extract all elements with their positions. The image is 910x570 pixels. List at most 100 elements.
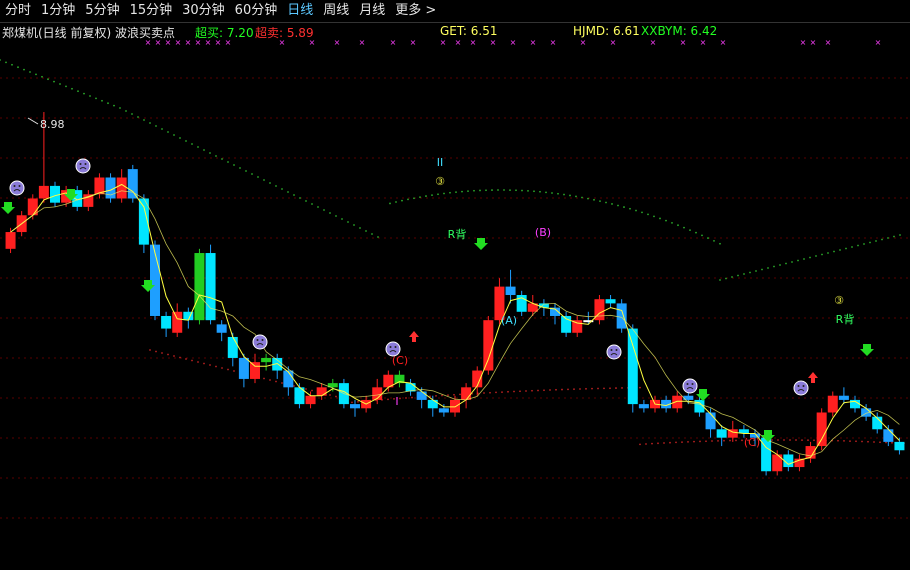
resistance-dot — [95, 97, 97, 100]
support-dot — [597, 387, 599, 390]
resistance-dot — [599, 200, 601, 203]
resistance-dot — [317, 206, 319, 208]
resistance-dot — [569, 194, 571, 197]
resistance-dot — [113, 104, 115, 107]
support-dot — [693, 440, 695, 443]
x-marker: × — [875, 40, 882, 47]
support-dot — [867, 440, 869, 443]
candlestick-chart[interactable]: × × × × × × × × × × × × × × × × × × × × × × × × × × × × × × × × 8.98 II ③ R… — [0, 40, 910, 570]
resistance-dot — [311, 203, 313, 205]
wave-label: R背 — [836, 312, 855, 326]
candle-body — [216, 324, 227, 333]
candle-body — [172, 311, 183, 333]
resistance-dot — [455, 191, 457, 194]
resistance-dot — [371, 233, 373, 235]
wave-label: (C) — [744, 436, 760, 449]
support-dot — [699, 440, 701, 443]
candle-body — [205, 253, 216, 321]
wave-label: (B) — [535, 226, 551, 239]
down-arrow-icon — [474, 238, 488, 250]
sad-face-eye — [394, 346, 397, 348]
x-marker: × — [810, 40, 817, 47]
support-dot — [209, 364, 211, 366]
resistance-dot — [137, 116, 139, 118]
support-dot — [281, 382, 283, 384]
hjmd-value: HJMD: 6.61 — [573, 24, 640, 38]
resistance-dot — [791, 261, 793, 263]
tab-3[interactable]: 15分钟 — [125, 0, 178, 22]
x-marker: × — [440, 40, 447, 47]
support-dot — [591, 387, 593, 390]
tab-6[interactable]: 日线 — [282, 0, 318, 22]
support-dot — [275, 380, 277, 383]
sad-face-icon — [385, 341, 401, 357]
resistance-dot — [341, 218, 343, 220]
resistance-dot — [821, 253, 823, 256]
resistance-dot — [323, 209, 325, 211]
resistance-dot — [857, 244, 859, 247]
support-dot — [519, 390, 521, 393]
resistance-dot — [803, 258, 805, 260]
resistance-dot — [629, 207, 631, 210]
x-marker: × — [165, 40, 172, 47]
resistance-dot — [5, 61, 7, 64]
tab-2[interactable]: 5分钟 — [80, 0, 124, 22]
resistance-dot — [893, 235, 895, 238]
resistance-dot — [899, 234, 901, 236]
candle-body — [894, 441, 905, 451]
tab-7[interactable]: 周线 — [318, 0, 354, 22]
tab-5[interactable]: 60分钟 — [230, 0, 283, 22]
resistance-dot — [647, 213, 649, 216]
tab-0[interactable]: 分时 — [0, 0, 36, 22]
tab-1[interactable]: 1分钟 — [36, 0, 80, 22]
support-dot — [411, 396, 413, 399]
support-dot — [191, 359, 193, 362]
up-arrow-icon — [409, 331, 419, 342]
resistance-dot — [743, 273, 745, 275]
support-dot — [483, 392, 485, 394]
resistance-dot — [863, 243, 865, 245]
support-dot — [681, 441, 683, 444]
resistance-dot — [65, 85, 67, 88]
x-marker: × — [334, 40, 341, 47]
tab-9[interactable]: 更多 > — [390, 0, 441, 22]
resistance-dot — [785, 262, 787, 265]
resistance-dot — [275, 185, 277, 187]
sad-face-eye — [691, 383, 694, 385]
resistance-dot — [707, 237, 709, 239]
resistance-dot — [395, 201, 397, 203]
x-marker: × — [825, 40, 832, 47]
support-dot — [879, 441, 881, 444]
x-marker: × — [650, 40, 657, 47]
support-dot — [729, 439, 731, 442]
up-arrow-icon — [808, 372, 818, 383]
x-marker: × — [700, 40, 707, 47]
resistance-dot — [467, 190, 469, 193]
resistance-dot — [725, 277, 727, 280]
tab-8[interactable]: 月线 — [354, 0, 390, 22]
support-dot — [357, 400, 359, 403]
x-marker: × — [155, 40, 162, 47]
tab-4[interactable]: 30分钟 — [177, 0, 230, 22]
resistance-dot — [641, 211, 643, 214]
resistance-dot — [827, 252, 829, 254]
resistance-dot — [869, 241, 871, 244]
resistance-dot — [437, 193, 439, 196]
resistance-dot — [221, 158, 223, 160]
wave-label: I — [395, 395, 398, 408]
candle-body — [461, 387, 472, 400]
sad-face-eye — [84, 163, 87, 165]
candle-body — [672, 395, 683, 409]
support-dot — [155, 350, 157, 353]
resistance-dot — [83, 92, 85, 95]
support-dot — [801, 439, 803, 442]
resistance-dot — [443, 192, 445, 195]
support-dot — [555, 388, 557, 391]
resistance-dot — [515, 189, 517, 192]
support-dot — [651, 442, 653, 445]
resistance-dot — [233, 164, 235, 166]
wave-label: II — [437, 156, 444, 169]
support-dot — [861, 440, 863, 443]
chart-title: 郑煤机(日线 前复权) 波浪买卖点 — [2, 26, 175, 40]
support-dot — [215, 365, 217, 368]
